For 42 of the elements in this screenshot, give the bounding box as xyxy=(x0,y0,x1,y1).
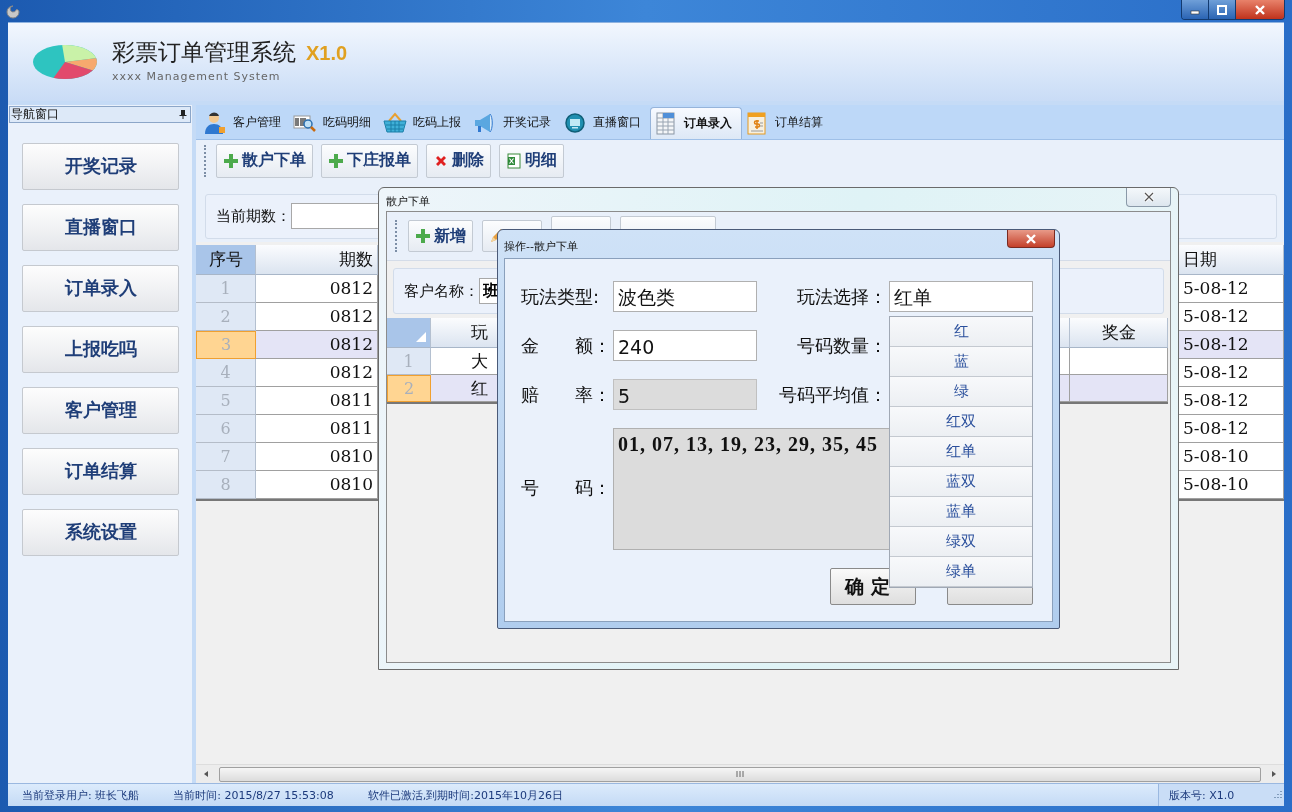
window-title: 操作--散户下单 xyxy=(504,239,578,254)
table-cell: 5-08-12 xyxy=(1179,274,1284,303)
panel-title: 导航窗口 xyxy=(11,107,59,122)
table-cell: 5-08-12 xyxy=(1179,386,1284,415)
field-label: 玩法类型: xyxy=(521,284,601,309)
table-cell: 0810 xyxy=(256,470,378,499)
table-cell: 5-08-12 xyxy=(1179,302,1284,331)
table-cell: 0812 xyxy=(256,302,378,331)
column-header: 序号 xyxy=(196,244,256,275)
table-cell: 5-08-12 xyxy=(1179,330,1284,359)
tab-label: 直播窗口 xyxy=(593,114,641,132)
app-version: X1.0 xyxy=(306,41,348,65)
tab-label: 订单结算 xyxy=(775,114,823,132)
table-cell: 0810 xyxy=(256,442,378,471)
status-text: 软件已激活,到期时间:2015年10月26日 xyxy=(367,787,563,803)
app-title: 彩票订单管理系统 xyxy=(112,37,296,67)
table-cell: 5-08-12 xyxy=(1179,414,1284,443)
status-text: 当前时间: 2015/8/27 15:53:08 xyxy=(173,787,334,803)
table-cell: 0812 xyxy=(256,274,378,303)
field-label: 号 码： xyxy=(521,476,612,500)
table-cell: 0812 xyxy=(256,330,378,359)
table-cell: 0812 xyxy=(256,358,378,387)
column-header: 奖金 xyxy=(1070,318,1168,348)
table-cell: 5-08-10 xyxy=(1179,470,1284,499)
status-text: 版本号: X1.0 xyxy=(1169,787,1235,803)
tab-label: 吃码明细 xyxy=(323,114,371,132)
status-text: 当前登录用户: 班长飞船 xyxy=(22,787,140,803)
tab-label: 客户管理 xyxy=(233,114,281,132)
tab-label: 吃码上报 xyxy=(413,114,461,132)
column-header: 日期 xyxy=(1179,244,1284,275)
field-label: 客户名称： xyxy=(404,281,479,301)
field-label: 当前期数： xyxy=(216,206,291,226)
column-header: 期数 xyxy=(256,244,378,275)
app-subtitle: xxxx Management System xyxy=(112,69,282,83)
table-cell: 5-08-10 xyxy=(1179,442,1284,471)
table-cell: 0811 xyxy=(256,414,378,443)
tab-label: 订单录入 xyxy=(684,114,732,132)
table-cell: 5-08-12 xyxy=(1179,358,1284,387)
window-title: 散户下单 xyxy=(386,194,430,209)
table-cell: 0811 xyxy=(256,386,378,415)
field-label: 玩法选择： xyxy=(796,284,888,309)
tab-label: 开奖记录 xyxy=(503,114,551,132)
